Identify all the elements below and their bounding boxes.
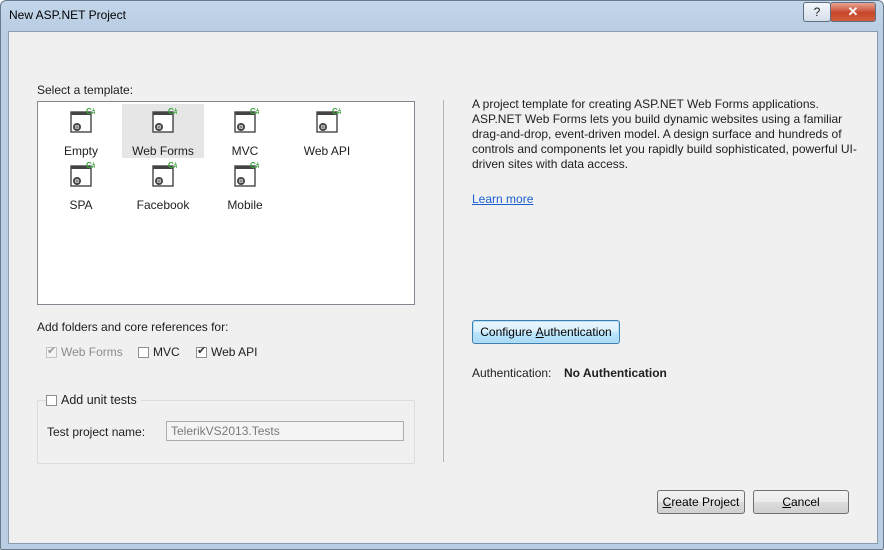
checkbox-box[interactable]: ✔ (196, 344, 207, 358)
web-forms-checkbox: ✔ Web Forms (46, 345, 123, 359)
references-header: Add folders and core references for: (37, 320, 229, 334)
template-web-forms[interactable]: C# Web Forms (122, 104, 204, 158)
template-label: SPA (69, 198, 93, 212)
template-list-header: Select a template: (37, 83, 134, 97)
csharp-badge: C# (332, 108, 341, 116)
template-list[interactable]: C# Empty C# Web Forms (37, 101, 415, 305)
template-label: Mobile (227, 198, 263, 212)
test-project-name-label: Test project name: (47, 425, 146, 439)
csharp-badge: C# (250, 162, 259, 170)
help-icon: ? (813, 5, 821, 19)
vertical-divider (443, 100, 444, 462)
checkbox-box[interactable] (46, 394, 57, 406)
web-forms-label: Web Forms (61, 345, 123, 359)
add-unit-tests-label: Add unit tests (61, 393, 137, 407)
close-button[interactable]: ✕ (830, 2, 876, 22)
title-bar[interactable]: New ASP.NET Project ? ✕ (1, 1, 883, 31)
add-unit-tests-checkbox[interactable]: Add unit tests (46, 393, 141, 407)
create-accel: C (662, 495, 672, 509)
template-web-api[interactable]: C# Web API (286, 104, 368, 158)
mvc-label: MVC (153, 345, 180, 359)
template-spa[interactable]: C# SPA (40, 158, 122, 212)
configure-auth-prefix: Configure (480, 325, 536, 339)
mvc-checkbox[interactable]: MVC (138, 345, 180, 359)
template-facebook[interactable]: C# Facebook (122, 158, 204, 212)
checkbox-box[interactable] (138, 346, 149, 358)
configure-auth-accel: A (535, 325, 544, 339)
cancel-button[interactable]: Cancel (753, 490, 849, 514)
project-template-icon: C# (70, 108, 95, 133)
check-icon: ✔ (47, 344, 57, 357)
template-label: Facebook (136, 198, 190, 212)
authentication-label: Authentication: (472, 366, 552, 380)
checkbox-box: ✔ (46, 344, 57, 358)
new-project-dialog: New ASP.NET Project ? ✕ Select a templat… (0, 0, 884, 550)
template-mvc[interactable]: C# MVC (204, 104, 286, 158)
project-template-icon: C# (70, 162, 95, 187)
csharp-badge: C# (168, 162, 177, 170)
create-suffix: reate Project (671, 495, 740, 509)
check-icon: ✔ (197, 344, 207, 357)
template-description: A project template for creating ASP.NET … (472, 97, 857, 171)
web-api-checkbox[interactable]: ✔ Web API (196, 345, 257, 359)
close-icon: ✕ (847, 4, 859, 19)
project-template-icon: C# (316, 108, 341, 133)
template-label: MVC (231, 144, 259, 158)
template-empty[interactable]: C# Empty (40, 104, 122, 158)
template-label: Web API (303, 144, 351, 158)
project-template-icon: C# (152, 162, 177, 187)
window-title: New ASP.NET Project (9, 8, 126, 22)
csharp-badge: C# (250, 108, 259, 116)
configure-auth-suffix: uthentication (543, 325, 612, 339)
csharp-badge: C# (168, 108, 177, 116)
help-button[interactable]: ? (803, 2, 831, 22)
project-template-icon: C# (234, 162, 259, 187)
template-label: Web Forms (132, 144, 194, 158)
create-project-button[interactable]: Create Project (657, 490, 745, 514)
project-template-icon: C# (234, 108, 259, 133)
dialog-body: Select a template: C# Empty C# (8, 31, 878, 544)
template-mobile[interactable]: C# Mobile (204, 158, 286, 212)
configure-authentication-button[interactable]: Configure Authentication (472, 320, 620, 344)
test-project-name-input: TelerikVS2013.Tests (166, 421, 404, 441)
template-label: Empty (63, 144, 98, 158)
authentication-value: No Authentication (564, 366, 667, 380)
csharp-badge: C# (86, 108, 95, 116)
cancel-suffix: ancel (790, 495, 820, 509)
project-template-icon: C# (152, 108, 177, 133)
web-api-label: Web API (211, 345, 258, 359)
cancel-accel: C (782, 495, 791, 509)
learn-more-link[interactable]: Learn more (472, 192, 533, 206)
csharp-badge: C# (86, 162, 95, 170)
